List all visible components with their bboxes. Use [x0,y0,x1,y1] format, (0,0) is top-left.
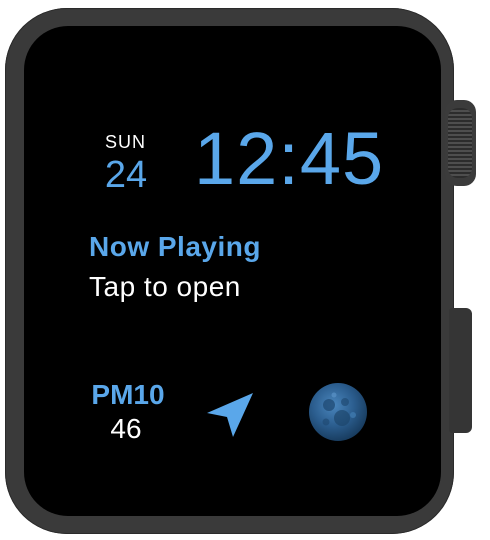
air-quality-label[interactable]: PM10 [82,379,174,411]
location-arrow-icon[interactable] [204,388,256,440]
crown-ridges [448,108,472,178]
air-quality-value[interactable]: 46 [82,413,170,445]
now-playing-subtitle[interactable]: Tap to open [89,271,241,303]
moon-phase-icon[interactable] [308,382,368,442]
side-button[interactable] [449,308,472,433]
now-playing-title[interactable]: Now Playing [89,231,261,263]
time-display: 12:45 [194,117,385,200]
date-day-name[interactable]: SUN [102,132,149,153]
date-day-number[interactable]: 24 [98,154,154,197]
watch-screen: SUN 24 12:45 Now Playing Tap to open PM1… [24,26,441,516]
digital-crown[interactable] [445,100,476,186]
